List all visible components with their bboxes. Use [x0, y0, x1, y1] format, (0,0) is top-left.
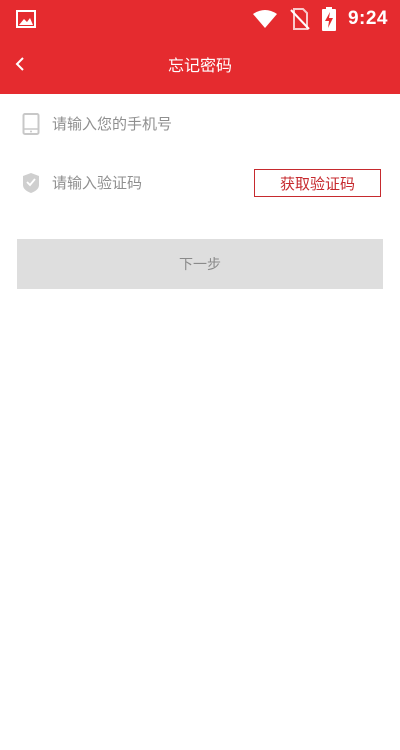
shield-check-icon	[22, 172, 40, 194]
status-icons: 9:24	[252, 5, 388, 33]
no-sim-icon	[290, 8, 310, 30]
next-step-button[interactable]: 下一步	[17, 239, 383, 289]
code-field-row	[22, 171, 242, 195]
phone-icon	[22, 113, 40, 135]
phone-input[interactable]	[52, 115, 242, 133]
app-header: 忘记密码	[0, 38, 400, 94]
battery-charging-icon	[321, 7, 336, 31]
wifi-icon	[252, 9, 278, 29]
gallery-icon	[16, 9, 36, 29]
page-title: 忘记密码	[167, 56, 232, 75]
phone-field-row	[22, 112, 242, 136]
code-input[interactable]	[52, 174, 242, 192]
get-code-button[interactable]: 获取验证码	[254, 169, 381, 197]
status-time: 9:24	[347, 8, 388, 29]
status-bar: 9:24	[0, 0, 400, 38]
